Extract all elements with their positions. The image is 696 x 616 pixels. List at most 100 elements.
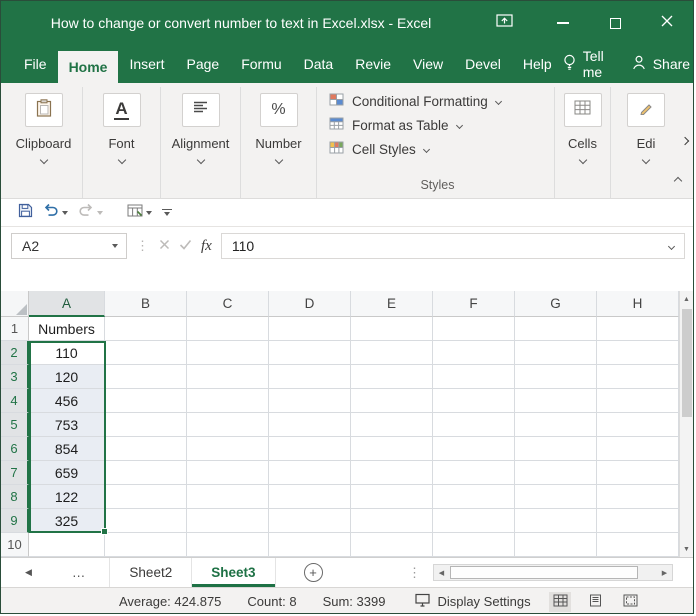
tab-review[interactable]: Revie: [344, 45, 402, 83]
column-header-B[interactable]: B: [105, 291, 187, 317]
number-group-button[interactable]: % Number: [241, 87, 317, 198]
cells-B7-H7[interactable]: [105, 461, 679, 485]
column-header-F[interactable]: F: [433, 291, 515, 317]
display-settings-button[interactable]: Display Settings: [415, 593, 530, 610]
ribbon-display-options-button[interactable]: [481, 1, 527, 45]
conditional-formatting-button[interactable]: Conditional Formatting: [329, 93, 501, 109]
share-button[interactable]: Share: [632, 55, 690, 73]
sheet-tab-sheet2[interactable]: Sheet2: [109, 558, 192, 587]
minimize-button[interactable]: [537, 1, 589, 45]
row-header-1[interactable]: 1: [1, 317, 29, 341]
font-group-button[interactable]: A Font: [83, 87, 161, 198]
window-controls: [481, 1, 693, 45]
tab-insert[interactable]: Insert: [118, 45, 175, 83]
row-header-10[interactable]: 10: [1, 533, 29, 557]
cell-A9[interactable]: 325: [29, 509, 105, 533]
person-icon: [632, 55, 646, 73]
cells-B4-H4[interactable]: [105, 389, 679, 413]
tab-page-layout[interactable]: Page: [175, 45, 230, 83]
cells-B2-H2[interactable]: [105, 341, 679, 365]
tab-view[interactable]: View: [402, 45, 454, 83]
row-header-6[interactable]: 6: [1, 437, 29, 461]
cell-A10[interactable]: [29, 533, 105, 557]
cell-A5[interactable]: 753: [29, 413, 105, 437]
column-header-E[interactable]: E: [351, 291, 433, 317]
chevron-down-icon: [117, 156, 125, 164]
status-average: Average: 424.875: [119, 594, 221, 609]
close-button[interactable]: [641, 1, 693, 45]
name-box[interactable]: A2: [11, 233, 127, 259]
column-header-C[interactable]: C: [187, 291, 269, 317]
cells-group-button[interactable]: Cells: [555, 87, 611, 198]
enter-check-icon[interactable]: [179, 237, 192, 255]
table-tool-button[interactable]: [122, 202, 157, 224]
cell-A8[interactable]: 122: [29, 485, 105, 509]
column-header-A[interactable]: A: [29, 291, 105, 317]
cells-B1-H1[interactable]: [105, 317, 679, 341]
undo-button[interactable]: [38, 202, 73, 224]
vertical-scrollbar[interactable]: ▲ ▼: [679, 291, 693, 557]
cell-A6[interactable]: 854: [29, 437, 105, 461]
tab-file[interactable]: File: [13, 45, 58, 83]
vertical-scroll-thumb[interactable]: [682, 309, 692, 417]
tab-home[interactable]: Home: [58, 51, 119, 83]
ribbon-scroll-right-button[interactable]: [677, 113, 693, 169]
cells-B5-H5[interactable]: [105, 413, 679, 437]
tab-splitter-icon[interactable]: ⋮: [408, 565, 421, 581]
redo-button[interactable]: [73, 202, 108, 224]
select-all-corner[interactable]: [1, 291, 29, 317]
new-sheet-button[interactable]: +: [304, 563, 323, 582]
page-break-preview-button[interactable]: [619, 592, 641, 612]
scroll-right-icon[interactable]: ▶: [657, 569, 672, 577]
column-header-D[interactable]: D: [269, 291, 351, 317]
column-header-G[interactable]: G: [515, 291, 597, 317]
tab-formulas[interactable]: Formu: [230, 45, 292, 83]
cancel-icon[interactable]: [159, 237, 170, 255]
formula-input[interactable]: 110: [221, 233, 685, 259]
cells-B10-H10[interactable]: [105, 533, 679, 557]
cells-B6-H6[interactable]: [105, 437, 679, 461]
separator-dots-icon[interactable]: ⋮: [136, 238, 150, 254]
format-as-table-button[interactable]: Format as Table: [329, 117, 462, 133]
sheet-tab-sheet3[interactable]: Sheet3: [192, 558, 275, 587]
sheet-nav-ellipsis[interactable]: …: [72, 565, 88, 580]
collapse-ribbon-button[interactable]: [675, 171, 681, 189]
cell-A2-active[interactable]: 110: [29, 341, 105, 365]
row-header-3[interactable]: 3: [1, 365, 29, 389]
cells-B9-H9[interactable]: [105, 509, 679, 533]
row-header-9[interactable]: 9: [1, 509, 29, 533]
sheet-nav-left-icon[interactable]: ◀: [1, 567, 32, 578]
cells-tile: [564, 93, 602, 127]
maximize-button[interactable]: [589, 1, 641, 45]
cells-B3-H3[interactable]: [105, 365, 679, 389]
page-layout-view-button[interactable]: [584, 592, 606, 612]
row-header-5[interactable]: 5: [1, 413, 29, 437]
row-header-4[interactable]: 4: [1, 389, 29, 413]
save-button[interactable]: [13, 202, 38, 224]
tab-help[interactable]: Help: [512, 45, 563, 83]
tab-data[interactable]: Data: [293, 45, 345, 83]
tab-developer[interactable]: Devel: [454, 45, 512, 83]
cell-A7[interactable]: 659: [29, 461, 105, 485]
scroll-up-icon[interactable]: ▲: [680, 291, 693, 307]
editing-group-button[interactable]: Edi: [611, 87, 681, 198]
customize-qat-button[interactable]: [157, 209, 177, 217]
clipboard-group-button[interactable]: Clipboard: [5, 87, 83, 198]
tell-me-button[interactable]: Tell me: [563, 48, 604, 80]
row-header-7[interactable]: 7: [1, 461, 29, 485]
cell-A1[interactable]: Numbers: [29, 317, 105, 341]
horizontal-scrollbar[interactable]: ◀ ▶: [433, 564, 673, 581]
cells-B8-H8[interactable]: [105, 485, 679, 509]
insert-function-button[interactable]: fx: [201, 238, 212, 255]
row-header-2[interactable]: 2: [1, 341, 29, 365]
normal-view-button[interactable]: [549, 592, 571, 612]
horizontal-scroll-thumb[interactable]: [450, 566, 638, 579]
row-header-8[interactable]: 8: [1, 485, 29, 509]
column-header-H[interactable]: H: [597, 291, 679, 317]
cell-styles-button[interactable]: Cell Styles: [329, 141, 429, 157]
alignment-group-button[interactable]: Alignment: [161, 87, 241, 198]
scroll-down-icon[interactable]: ▼: [680, 541, 693, 557]
cell-A3[interactable]: 120: [29, 365, 105, 389]
cell-A4[interactable]: 456: [29, 389, 105, 413]
scroll-left-icon[interactable]: ◀: [434, 569, 449, 577]
